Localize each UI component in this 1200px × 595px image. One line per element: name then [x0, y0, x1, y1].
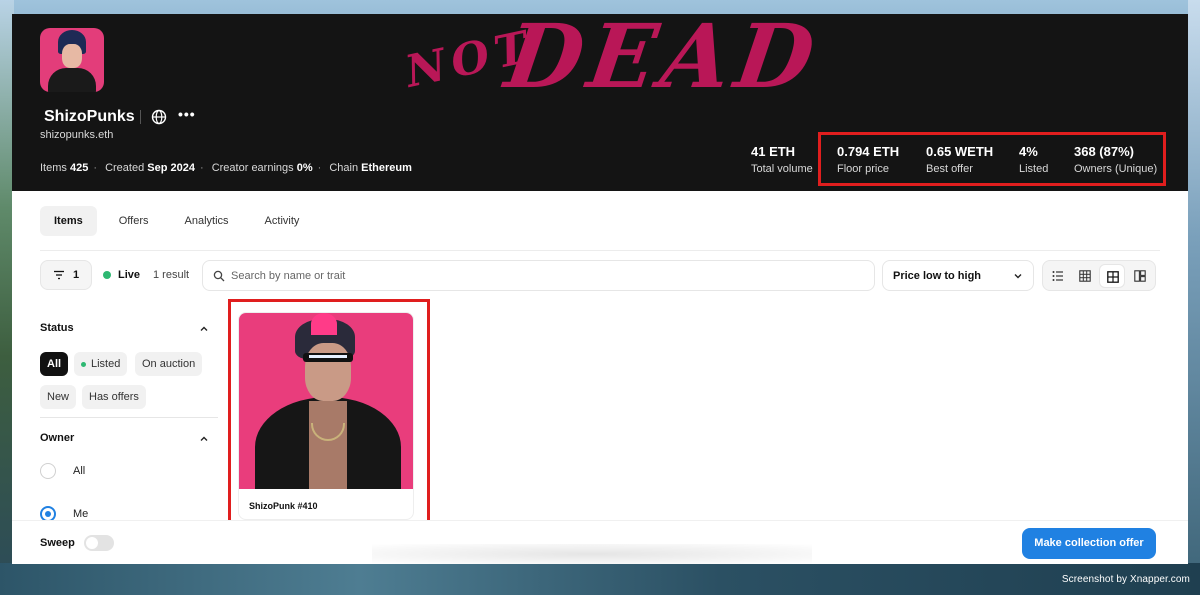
owner-section-title: Owner [40, 432, 75, 444]
chevron-up-icon[interactable] [199, 434, 209, 444]
sort-label: Price low to high [893, 270, 982, 282]
status-chip-has-offers[interactable]: Has offers [82, 385, 146, 409]
collection-name: ShizoPunks [44, 108, 135, 125]
result-count: 1 result [153, 269, 190, 281]
screenshot-credit: Screenshot by Xnapper.com [1061, 574, 1190, 585]
meta-earnings-label: Creator earnings [211, 162, 294, 174]
make-collection-offer-button[interactable]: Make collection offer [1022, 528, 1156, 559]
chevron-up-icon[interactable] [199, 324, 209, 334]
small-grid-view-button[interactable] [1072, 264, 1098, 288]
collection-avatar[interactable] [40, 28, 104, 92]
banner-artwork: NOT DEAD [397, 14, 826, 114]
meta-chain-label: Chain [329, 162, 359, 174]
search-icon [213, 270, 225, 282]
masonry-view-button[interactable] [1127, 264, 1153, 288]
tab-analytics[interactable]: Analytics [171, 206, 243, 236]
globe-icon[interactable] [150, 108, 168, 126]
meta-earnings-value: 0% [296, 162, 313, 174]
masonry-icon [1134, 270, 1146, 282]
search-placeholder: Search by name or trait [231, 270, 346, 282]
collection-ens: shizopunks.eth [40, 129, 114, 141]
sweep-label: Sweep [40, 537, 75, 549]
stat-label: Total volume [751, 163, 813, 175]
more-options-icon[interactable]: ••• [178, 106, 196, 122]
status-chip-all[interactable]: All [40, 352, 69, 376]
list-view-button[interactable] [1045, 264, 1071, 288]
live-status-dot [103, 271, 111, 279]
sort-dropdown[interactable]: Price low to high [882, 260, 1034, 291]
stat-total-volume: 41 ETH Total volume [751, 144, 813, 175]
status-chip-listed-label: Listed [91, 358, 121, 370]
meta-items-value: 425 [69, 162, 89, 174]
desktop-wallpaper-bottom [0, 563, 1200, 595]
filter-count: 1 [73, 269, 80, 281]
sidebar-divider [40, 417, 218, 418]
desktop-wallpaper-right [1188, 0, 1200, 595]
collection-tabs: Items Offers Analytics Activity [40, 206, 321, 238]
tabs-divider [40, 250, 1160, 251]
filter-button[interactable]: 1 [40, 260, 92, 290]
owner-option-me-label: Me [73, 508, 89, 520]
view-mode-switcher [1042, 260, 1156, 291]
bottom-shadow [372, 544, 812, 564]
filter-icon [54, 270, 64, 280]
meta-items-label: Items [40, 162, 67, 174]
tab-activity[interactable]: Activity [251, 206, 314, 236]
meta-chain-value: Ethereum [361, 162, 412, 174]
collection-meta: Items 425 · Created Sep 2024 · Creator ear… [40, 162, 412, 174]
owner-option-all-label: All [73, 465, 86, 477]
banner-art-text-dead: DEAD [499, 14, 827, 108]
chevron-down-icon [1014, 274, 1022, 279]
search-input[interactable]: Search by name or trait [202, 260, 875, 291]
sweep-toggle[interactable] [84, 535, 114, 551]
browser-window: NOT DEAD ShizoPunks ••• shizopunks.eth I… [12, 14, 1188, 564]
meta-created-value: Sep 2024 [147, 162, 195, 174]
meta-created-label: Created [105, 162, 145, 174]
status-chip-new[interactable]: New [40, 385, 77, 409]
list-icon [1052, 271, 1063, 281]
annotation-highlight-stats [818, 132, 1166, 186]
small-grid-icon [1079, 270, 1091, 282]
listed-dot [81, 361, 86, 367]
status-chip-listed[interactable]: Listed [74, 352, 128, 376]
header-divider [140, 110, 141, 124]
status-chip-on-auction[interactable]: On auction [135, 352, 203, 376]
status-section-title: Status [40, 322, 74, 334]
large-grid-icon [1107, 271, 1119, 283]
stat-value: 41 ETH [751, 144, 796, 159]
tab-items[interactable]: Items [40, 206, 97, 236]
tab-offers[interactable]: Offers [105, 206, 163, 236]
large-grid-view-button[interactable] [1099, 264, 1125, 288]
live-label: Live [118, 269, 141, 281]
owner-radio-all[interactable] [40, 463, 56, 479]
annotation-highlight-card [228, 299, 430, 540]
